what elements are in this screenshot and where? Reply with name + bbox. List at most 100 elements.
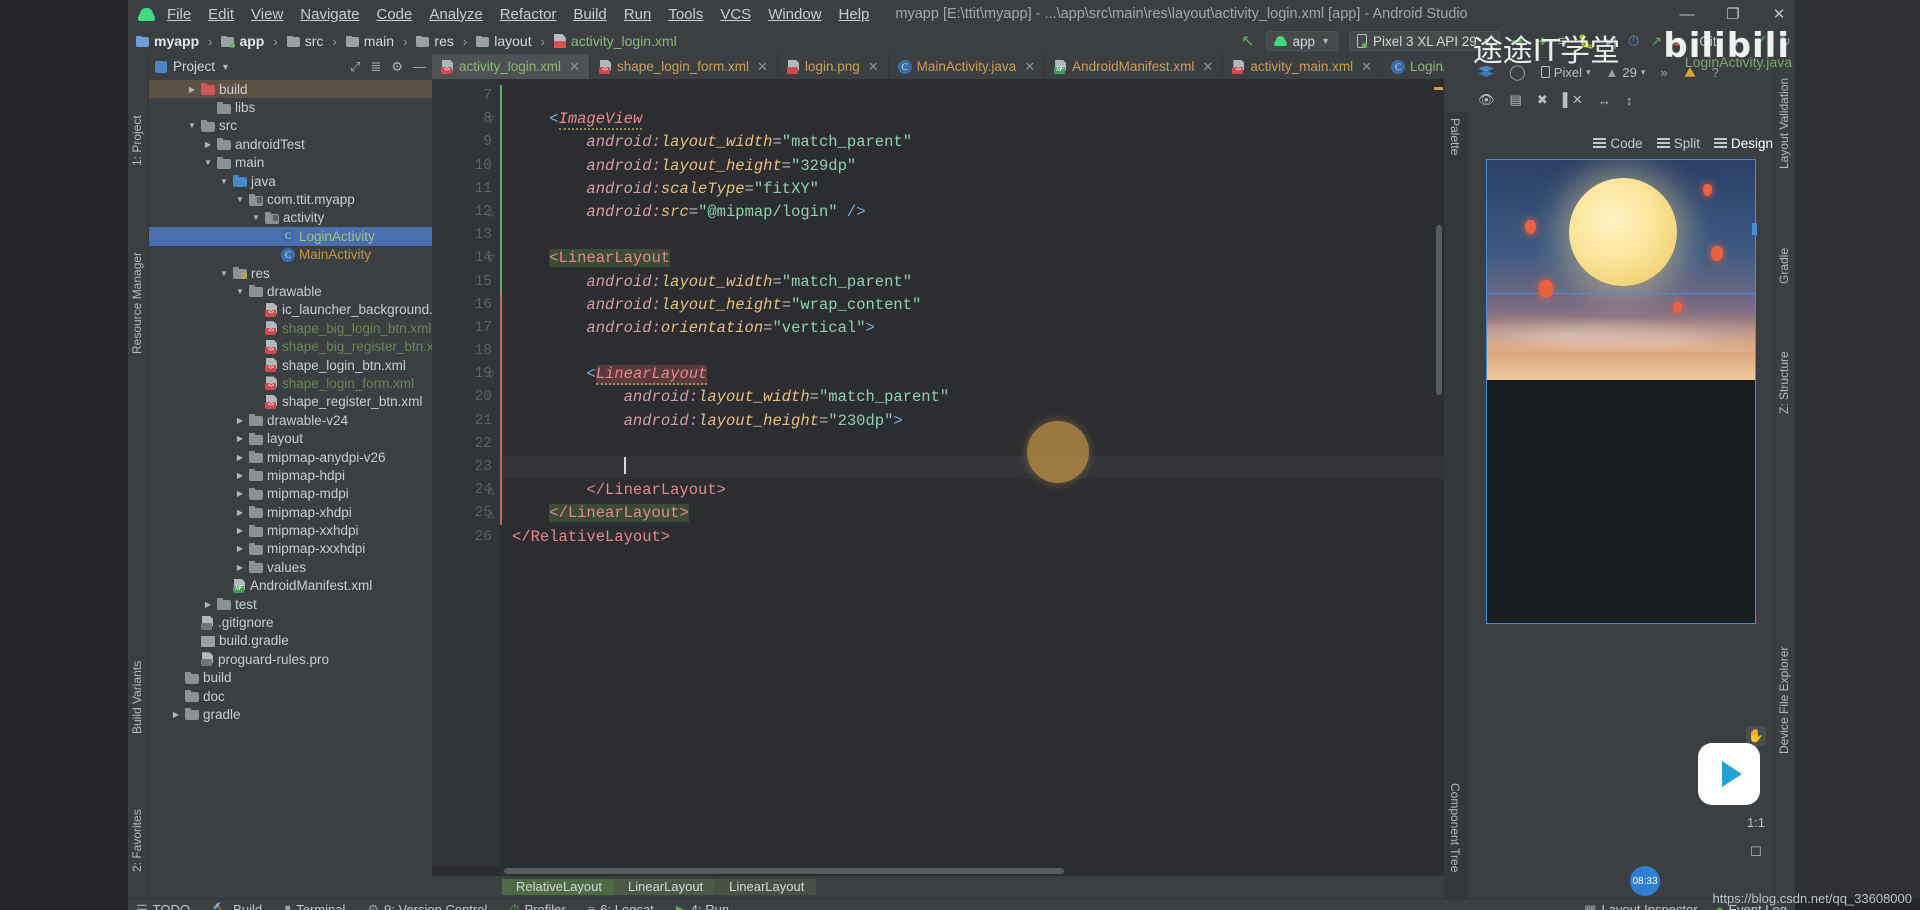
apply-code-changes-icon[interactable]: ↗ — [1650, 33, 1662, 50]
selection-handle[interactable] — [1752, 223, 1757, 235]
tree-item[interactable]: ▶ build — [149, 80, 432, 99]
editor-tab-bar[interactable]: <> activity_login.xml ✕ <> shape_login_form.… — [432, 54, 1543, 79]
minimize-button[interactable]: — — [1677, 6, 1697, 23]
menu-item-build[interactable]: Build — [573, 6, 606, 23]
tree-expand-arrow[interactable]: ▶ — [171, 710, 181, 719]
tree-item[interactable]: ▼ com.ttit.myapp — [149, 190, 432, 208]
tree-expand-arrow[interactable]: ▼ — [235, 195, 245, 204]
tree-item[interactable]: build — [149, 669, 432, 687]
tree-item[interactable]: ▶ values — [149, 558, 432, 576]
editor-horizontal-scrollbar[interactable] — [432, 866, 1444, 876]
strip-button-structure[interactable]: Z: Structure — [1777, 351, 1791, 414]
code-editor[interactable]: 7 8 9 10 11 12 13 14 15 16 17 18 19 20 21 22 23 24 25 26 ▽ △ ▽… — [432, 79, 1444, 866]
editor-tab[interactable]: MF AndroidManifest.xml ✕ — [1045, 54, 1224, 79]
tree-item[interactable]: proguard-rules.pro — [149, 650, 432, 668]
close-icon[interactable]: ✕ — [1202, 59, 1213, 75]
tree-item[interactable]: build.gradle — [149, 632, 432, 650]
tree-item[interactable]: libs — [149, 98, 432, 116]
code-fold-marker[interactable]: ▽ — [486, 253, 496, 263]
tree-item[interactable]: ▼ activity — [149, 209, 432, 227]
toolwindow-todo[interactable]: ☰ TODO — [136, 902, 190, 910]
editor-mode-toggle[interactable]: Code Split Design — [1593, 132, 1773, 154]
breadcrumb-item-main[interactable]: main — [364, 33, 394, 49]
editor-tab[interactable]: <> activity_login.xml ✕ — [432, 54, 590, 79]
zoom-actual-label[interactable]: 1:1 — [1746, 813, 1766, 833]
tree-item[interactable]: ▶ mipmap-anydpi-v26 — [149, 448, 432, 466]
menu-item-file[interactable]: File — [167, 6, 191, 23]
component-tree-label[interactable]: Component Tree — [1448, 783, 1462, 872]
breadcrumb-linearlayout-2[interactable]: LinearLayout — [715, 879, 817, 895]
hide-icon[interactable]: — — [413, 59, 426, 74]
code-line[interactable] — [500, 340, 1444, 363]
tree-item[interactable]: <> shape_big_login_btn.xml — [149, 319, 432, 337]
menu-item-refactor[interactable]: Refactor — [500, 6, 557, 23]
breadcrumb-relativelayout[interactable]: RelativeLayout — [502, 879, 614, 895]
code-line[interactable] — [500, 224, 1444, 247]
breadcrumb-item-myapp[interactable]: myapp — [154, 33, 199, 49]
tree-expand-arrow[interactable]: ▼ — [219, 177, 229, 186]
tree-item[interactable]: ▶ mipmap-xxxhdpi — [149, 540, 432, 558]
no-magnet-icon[interactable]: ✖ — [1537, 92, 1548, 108]
code-line[interactable]: android:scaleType="fitXY" — [500, 178, 1444, 201]
code-line[interactable]: <LinearLayout — [500, 247, 1444, 270]
mode-design-button[interactable]: Design — [1713, 136, 1773, 151]
code-line[interactable]: android:layout_width="match_parent" — [500, 131, 1444, 154]
warning-marker[interactable] — [1434, 87, 1443, 90]
tree-expand-arrow[interactable]: ▼ — [235, 287, 245, 296]
tree-expand-arrow[interactable]: ▼ — [251, 213, 261, 222]
mode-split-button[interactable]: Split — [1656, 136, 1700, 151]
code-line[interactable]: <ImageView — [500, 108, 1444, 131]
tree-item[interactable]: .gitignore — [149, 613, 432, 631]
code-line[interactable]: android:layout_width="match_parent" — [500, 386, 1444, 409]
tree-expand-arrow[interactable]: ▶ — [235, 563, 245, 572]
close-icon[interactable]: ✕ — [757, 59, 768, 75]
code-fold-marker[interactable]: ▽ — [486, 114, 496, 124]
tree-expand-arrow[interactable]: ▶ — [235, 471, 245, 480]
layout-variants-icon[interactable]: ▤ — [1510, 92, 1522, 108]
tree-item[interactable]: <> shape_big_register_btn.xml — [149, 337, 432, 355]
breadcrumb[interactable]: myapp › app › src › main › res › layout … — [136, 33, 677, 49]
tree-item[interactable]: ▶ androidTest — [149, 135, 432, 153]
menu-item-analyze[interactable]: Analyze — [429, 6, 482, 23]
menu-item-window[interactable]: Window — [768, 6, 821, 23]
toolwindow-run[interactable]: ▶ 4: Run — [676, 902, 729, 910]
tree-expand-arrow[interactable]: ▶ — [235, 508, 245, 517]
code-fold-marker[interactable]: △ — [486, 509, 496, 519]
maximize-button[interactable]: ❐ — [1723, 5, 1743, 23]
tree-expand-arrow[interactable]: ▼ — [219, 269, 229, 278]
breadcrumb-item-activity-login[interactable]: activity_login.xml — [571, 33, 677, 49]
tree-expand-arrow[interactable]: ▼ — [187, 121, 197, 130]
tree-item[interactable]: ▼ drawable — [149, 282, 432, 300]
scrollbar-thumb-horizontal[interactable] — [504, 868, 1064, 874]
code-fold-marker[interactable]: ▽ — [486, 369, 496, 379]
tree-item[interactable]: ▼ res — [149, 264, 432, 282]
settings-gear-icon[interactable]: ⚙ — [391, 59, 403, 75]
editor-tab[interactable]: <> shape_login_form.xml ✕ — [590, 54, 778, 79]
tree-item[interactable]: <> shape_login_btn.xml — [149, 356, 432, 374]
palette-label[interactable]: Palette — [1448, 118, 1462, 155]
toolwindow-terminal[interactable]: ▮ Terminal — [284, 902, 345, 910]
toolwindow-layout-inspector[interactable]: ▦ Layout Inspector — [1584, 902, 1697, 910]
play-button-overlay[interactable] — [1698, 743, 1760, 805]
tree-expand-arrow[interactable]: ▶ — [235, 453, 245, 462]
strip-button-favorites[interactable]: 2: Favorites — [130, 809, 144, 872]
tree-item[interactable]: ▶ gradle — [149, 705, 432, 723]
tree-expand-arrow[interactable]: ▶ — [235, 544, 245, 553]
tree-item[interactable]: ▶ mipmap-xxhdpi — [149, 521, 432, 539]
tree-expand-arrow[interactable]: ▶ — [235, 526, 245, 535]
collapse-all-icon[interactable]: ⤢ — [350, 59, 360, 75]
tree-item[interactable]: <> shape_login_form.xml — [149, 374, 432, 392]
menu-item-vcs[interactable]: VCS — [720, 6, 751, 23]
menu-item-view[interactable]: View — [251, 6, 283, 23]
sort-icon[interactable]: ≣ — [370, 59, 381, 75]
tree-item[interactable]: ▶ mipmap-xhdpi — [149, 503, 432, 521]
tree-expand-arrow[interactable]: ▶ — [235, 489, 245, 498]
mode-code-button[interactable]: Code — [1593, 136, 1643, 151]
code-line[interactable]: android:layout_height="230dp"> — [500, 410, 1444, 433]
toolwindow-logcat[interactable]: ≡ 6: Logcat — [588, 902, 654, 910]
code-line[interactable]: </LinearLayout> — [500, 479, 1444, 502]
tree-item[interactable]: MF AndroidManifest.xml — [149, 577, 432, 595]
tree-item[interactable]: doc — [149, 687, 432, 705]
code-fold-marker[interactable]: △ — [486, 207, 496, 217]
project-tree[interactable]: ▶ build libs ▼ src ▶ androidTest ▼ main ▼ java ▼ com… — [149, 79, 432, 898]
